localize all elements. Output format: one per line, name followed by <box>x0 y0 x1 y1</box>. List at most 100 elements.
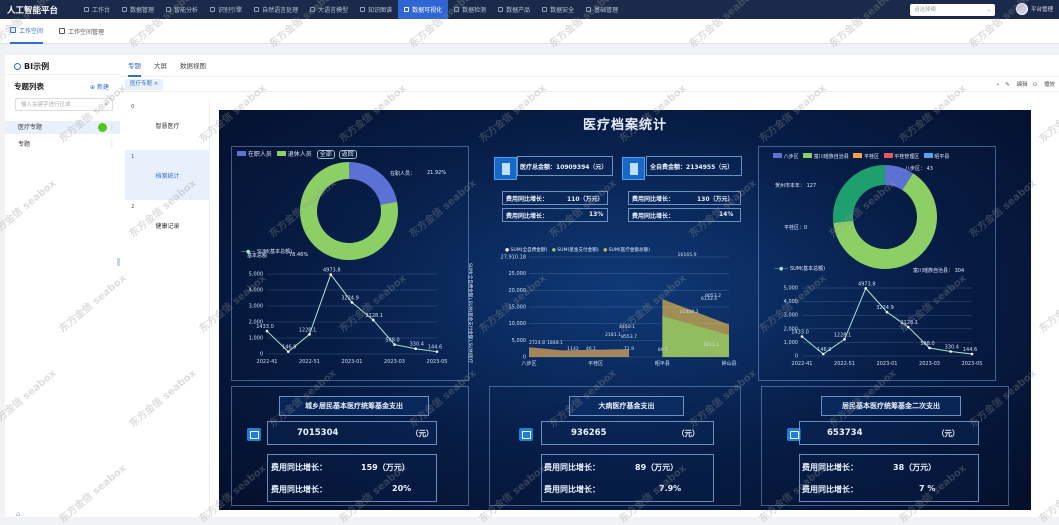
sidebar-title: BI示例 <box>14 61 49 72</box>
nav-icon <box>498 7 504 12</box>
nav-icon <box>542 7 548 12</box>
brand-title: 人工智能平台 <box>7 5 59 16</box>
left-line-data-label: 1433.0 <box>256 324 274 330</box>
open-topic-tag[interactable]: 医疗专题 × <box>125 79 164 90</box>
nav-icon <box>310 7 316 12</box>
kpi-row-label: 费用同比增长： <box>506 213 549 220</box>
line-legend-label: SUM(基本总额) <box>789 266 826 272</box>
legend-label: SUM(全自费金额) <box>510 248 548 253</box>
new-topic-button[interactable]: ⊕ 新建 <box>90 82 109 91</box>
center-data-label: 2724.8 <box>529 340 545 346</box>
nav-item[interactable]: 大语言模型 <box>304 0 354 19</box>
kpi-row-label: 费用同比增长： <box>506 196 549 203</box>
kpi-row-label: 费用同比增长： <box>632 213 675 220</box>
chevron-down-icon: ⌄ <box>986 7 991 13</box>
right-legend: 八步区 富川瑶族自治县 平桂区 平桂管理区 昭平县 <box>773 153 949 160</box>
tab-dataview[interactable]: 数据视图 <box>180 55 206 77</box>
nav-item[interactable]: 基础管理 <box>580 0 624 19</box>
kpi-row-value: 13% <box>589 211 604 218</box>
legend-swatch <box>803 153 813 158</box>
legend-label: SUM(医疗金额总额) <box>608 248 650 253</box>
left-line-ytick: 3,000 <box>249 304 263 310</box>
workspace-icon <box>10 27 16 33</box>
divider <box>5 74 120 75</box>
left-line-point <box>329 273 333 276</box>
tab-workspace[interactable]: 工作空间 <box>10 19 44 44</box>
left-line-point <box>435 350 439 353</box>
center-data-label: 1848.1 <box>547 340 563 346</box>
edit-button[interactable]: ✎ 编辑 <box>1005 80 1027 88</box>
more-icon[interactable]: ⋮ <box>109 138 115 151</box>
bottom-unit: （元） <box>677 429 700 438</box>
left-line-data-label: 330.4 <box>410 342 424 348</box>
page-item[interactable]: 1 档案统计 <box>125 150 210 200</box>
sidebar-item-label: 专题 <box>18 141 31 148</box>
page-title: 档案统计 <box>155 173 180 180</box>
nav-item-label: 数据安全 <box>550 7 575 14</box>
center-xtick: 钟山县 <box>721 360 736 367</box>
left-donut-slice <box>349 162 398 205</box>
growth-label: 费用同比增长： <box>802 485 858 494</box>
center-ytick: 5,000 <box>512 338 526 344</box>
building-icon <box>494 157 517 180</box>
chevron-down-icon[interactable]: ⌄ <box>996 81 1001 87</box>
edit-label: 编辑 <box>1016 82 1028 88</box>
kpi-row-value: 130（万元） <box>697 196 734 203</box>
left-line-point <box>371 318 375 322</box>
tab-label: 工作空间 <box>19 27 44 35</box>
page-item[interactable]: 0 智慧医疗 <box>125 100 210 150</box>
center-data-label: 46.1 <box>586 346 596 352</box>
nav-item[interactable]: 工作台 <box>78 0 116 19</box>
user-label: 平台管理 <box>1031 7 1054 13</box>
left-line-series-line <box>266 273 438 353</box>
topic-list-heading: 专题列表 <box>14 82 44 91</box>
left-line-ytick: 5,000 <box>249 272 263 278</box>
nav-item[interactable]: 识别引擎 <box>204 0 248 19</box>
nav-item-label: 大语言模型 <box>318 7 349 14</box>
money-icon <box>519 428 533 441</box>
nav-item[interactable]: 数据安全 <box>536 0 580 19</box>
center-data-label: 2181.1 <box>605 332 621 338</box>
nav-icon <box>254 7 260 12</box>
right-pie-label: 贺州市本年： 127 <box>775 183 817 189</box>
more-icon[interactable]: ⋮ <box>109 121 115 134</box>
left-line-point <box>308 333 311 336</box>
nav-item-label: 知识图谱 <box>368 7 393 14</box>
search-placeholder: 输入关键字进行过滤 <box>21 102 71 108</box>
tab-bigscreen[interactable]: 大屏 <box>154 55 167 77</box>
nav-item-label: 数据产品 <box>506 7 531 14</box>
sidebar-item-topic[interactable]: 专题 ⋮ <box>5 138 120 151</box>
nav-icon <box>210 7 216 12</box>
money-icon <box>247 428 261 441</box>
user-menu[interactable]: 平台管理 <box>1016 3 1053 15</box>
play-button[interactable]: ⊙ 播放 <box>1033 80 1055 88</box>
left-line-point <box>286 350 290 353</box>
nav-item[interactable]: 数据检测 <box>448 0 492 19</box>
nav-item[interactable]: 自然语言处理 <box>248 0 304 19</box>
tab-workspace-management[interactable]: 工作空间管理 <box>59 19 104 44</box>
center-series-area <box>529 347 629 357</box>
nav-select[interactable]: 请选择模 ⌄ <box>910 4 995 16</box>
tab-topic[interactable]: 专题 <box>128 55 141 77</box>
left-line-data-label: 146.9 <box>282 345 296 351</box>
kpi-label-text: 医疗总金额： <box>520 164 557 171</box>
growth-label: 费用同比增长： <box>271 463 327 472</box>
sidebar-item-medical-topic[interactable]: 医疗专题 ⋮ <box>5 121 120 134</box>
nav-item[interactable]: 智能分析 <box>160 0 204 19</box>
page-list: 0 智慧医疗 1 档案统计 2 健康记录 <box>125 100 210 517</box>
center-data-label: 89.1 <box>658 347 668 353</box>
legend-label: 八步区 <box>783 154 799 160</box>
legend-swatch <box>773 153 782 158</box>
nav-item[interactable]: 数据产品 <box>492 0 536 19</box>
left-line-xtick: 2023-05 <box>427 359 448 365</box>
legend-label: 平桂区 <box>864 154 880 160</box>
nav-item-label: 数据管理 <box>130 7 155 14</box>
center-data-label: 11458.2 <box>680 309 699 315</box>
bi-icon <box>14 63 21 70</box>
page-item[interactable]: 2 健康记录 <box>125 200 210 250</box>
left-line-ytick: 4,000 <box>249 288 263 294</box>
nav-item[interactable]: 数据可视化 <box>398 0 449 19</box>
topic-search-input[interactable]: 输入关键字进行过滤 ⌕ <box>15 98 113 111</box>
nav-item[interactable]: 数据管理 <box>116 0 160 19</box>
nav-item[interactable]: 知识图谱 <box>354 0 398 19</box>
